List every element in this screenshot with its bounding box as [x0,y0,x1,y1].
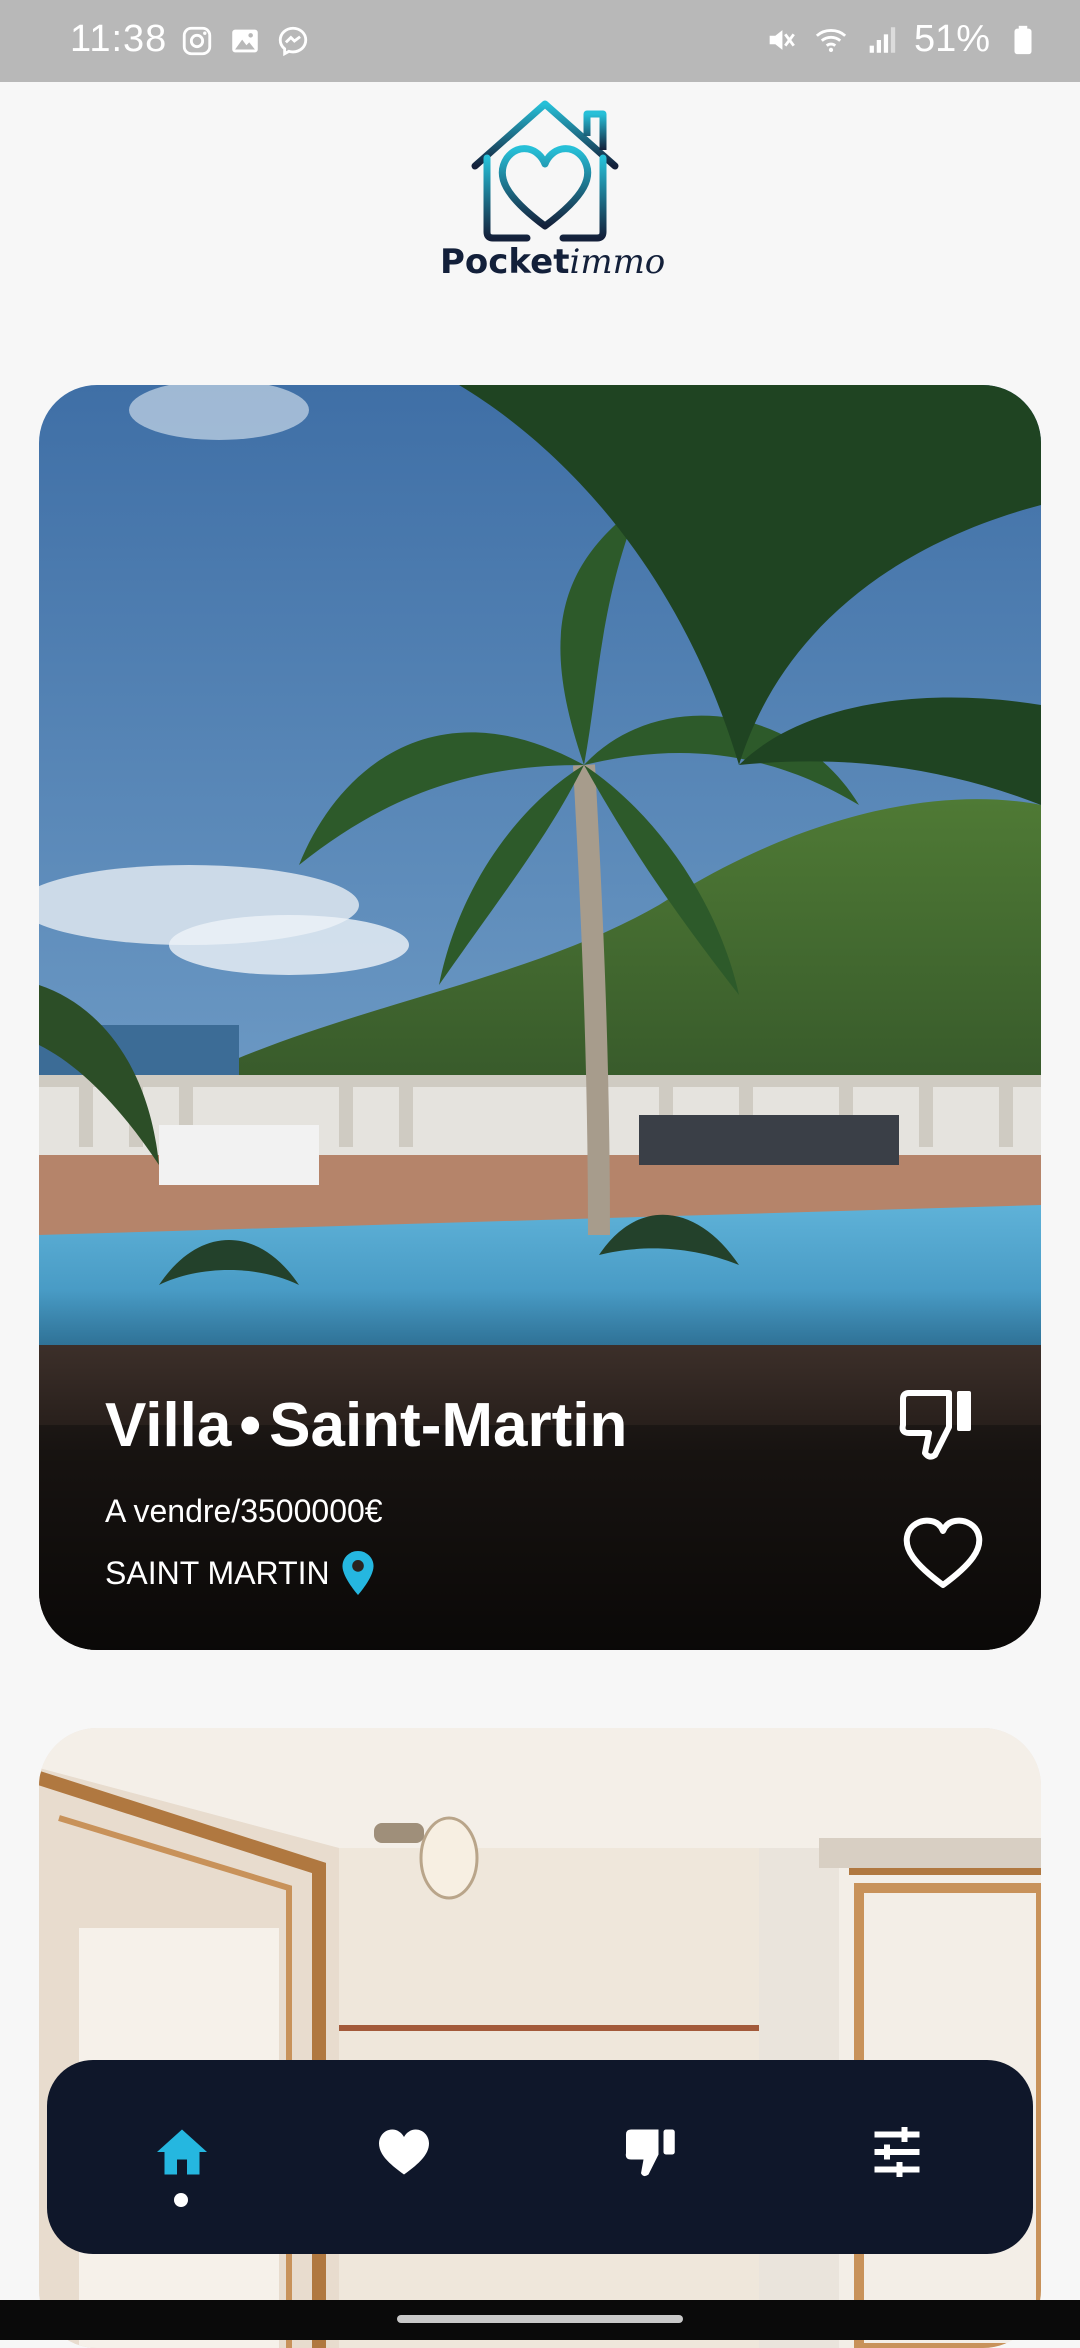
like-button[interactable] [901,1515,985,1591]
listing-type: Villa [105,1391,232,1460]
listing-price: A vendre/3500000€ [105,1493,383,1529]
listing-city: Saint-Martin [269,1391,628,1460]
battery-percent: 51% [913,18,990,60]
nav-filters[interactable] [867,2122,927,2182]
sliders-icon [874,2127,920,2177]
wifi-icon [814,23,848,57]
instagram-icon [180,24,214,58]
listing-photo [39,1728,1041,2348]
location-pin-icon [342,1551,374,1595]
listing-title: Villa • Saint-Martin [105,1390,627,1461]
system-status: 51% [764,18,1040,61]
gesture-handle[interactable] [397,2315,683,2323]
logo-wordmark: Pocketimmo [440,242,665,282]
nav-favorites[interactable] [374,2122,434,2182]
dislike-button[interactable] [895,1385,985,1465]
status-time: 11:38 [70,18,168,60]
signal-icon [864,23,898,57]
nav-dislikes[interactable] [621,2122,681,2182]
logo-wordmark-immo: immo [569,242,666,282]
bottom-nav [47,2060,1033,2254]
messenger-icon [276,24,310,58]
status-bar: 11:38 51% [0,0,1080,82]
logo-wordmark-pocket: Pocket [440,242,570,282]
gallery-icon [228,24,262,58]
mute-icon [764,23,798,57]
listing-location-text: SAINT MARTIN [105,1554,330,1591]
thumbs-down-icon [625,2129,675,2177]
battery-icon [1006,23,1040,57]
nav-home[interactable] [152,2122,212,2182]
heart-icon [379,2129,429,2175]
title-separator: • [239,1391,262,1460]
thumbs-down-icon [899,1390,971,1460]
listing-card[interactable]: Villa • Saint-Martin A vendre/3500000€ SAI… [39,385,1041,1650]
listing-location: SAINT MARTIN [105,1551,374,1595]
app-logo: Pocketimmo [440,96,665,296]
notification-icons [180,24,310,58]
listing-card[interactable] [39,1728,1041,2348]
listing-gradient-overlay [39,1290,1041,1650]
heart-outline-icon [903,1517,983,1588]
nav-active-indicator [174,2193,188,2207]
system-nav-bar [0,2300,1080,2340]
home-icon [157,2129,207,2175]
house-heart-logo-icon [471,100,619,242]
